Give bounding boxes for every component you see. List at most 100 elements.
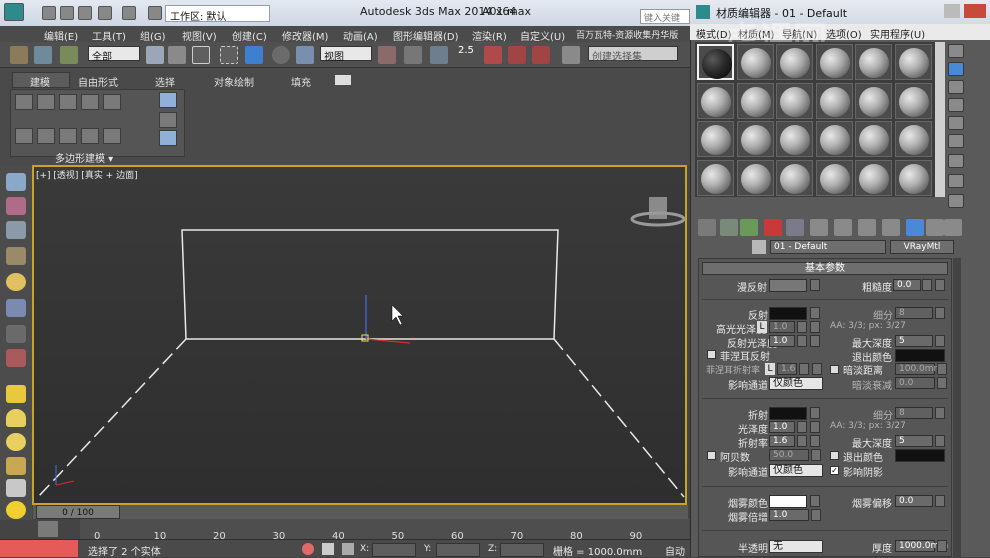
cut-icon[interactable] [159, 112, 177, 128]
fresnel-checkbox[interactable] [707, 350, 716, 359]
viewport-label[interactable]: [+] [透视] [真实 + 边面] [36, 168, 138, 181]
sample-type-icon[interactable] [948, 44, 964, 58]
hilight-gloss-lock[interactable]: L [757, 321, 767, 333]
percent-snap-icon[interactable] [508, 46, 526, 64]
pick-material-eyedropper-icon[interactable] [752, 240, 766, 254]
material-id-icon[interactable] [858, 219, 876, 236]
geosphere-icon[interactable] [6, 433, 26, 451]
spinner-snap-icon[interactable] [532, 46, 550, 64]
camera-icon[interactable] [6, 325, 26, 343]
ior-spinner[interactable] [797, 435, 807, 447]
mini-curve-editor-icon[interactable] [38, 521, 58, 537]
make-unique-icon[interactable] [810, 219, 828, 236]
diffuse-color-swatch[interactable] [769, 279, 807, 292]
assign-to-selection-icon[interactable] [740, 219, 758, 236]
border-icon[interactable] [59, 94, 77, 110]
window-crossing-icon[interactable] [220, 46, 238, 64]
material-sample-slot[interactable] [855, 121, 892, 157]
refl-gloss-spinner[interactable] [797, 335, 807, 347]
refl-gloss-map-button[interactable] [810, 335, 820, 347]
menu-views[interactable]: 视图(V) [182, 28, 217, 43]
dim-distance-spinner[interactable] [937, 363, 947, 375]
select-by-material-icon[interactable] [948, 174, 964, 188]
scene-explorer-icon[interactable] [6, 221, 26, 239]
menu-edit[interactable]: 编辑(E) [44, 28, 78, 43]
sample-uv-tiling-icon[interactable] [948, 98, 964, 112]
sphere-icon[interactable] [6, 409, 26, 427]
background-icon[interactable] [948, 80, 964, 94]
menu-customize[interactable]: 自定义(U) [520, 28, 565, 43]
z-coordinate-field[interactable] [500, 543, 544, 557]
mat-menu-options[interactable]: 选项(O) [826, 26, 862, 41]
refract-exit-color-checkbox[interactable] [830, 451, 839, 460]
save-file-icon[interactable] [78, 6, 92, 20]
preserve-uv-icon[interactable] [81, 128, 99, 144]
options-icon[interactable] [948, 154, 964, 168]
material-sample-slot[interactable] [736, 121, 774, 157]
cone-icon[interactable] [6, 479, 26, 497]
edge-icon[interactable] [37, 94, 55, 110]
open-file-icon[interactable] [60, 6, 74, 20]
material-name-dropdown[interactable]: 01 - Default [770, 240, 886, 254]
hilight-gloss-field[interactable]: 1.0 [769, 321, 795, 333]
snap-toggle-label[interactable]: 2.5 [458, 45, 474, 56]
material-sample-slot[interactable] [815, 121, 853, 157]
element-icon[interactable] [103, 94, 121, 110]
refract-map-button[interactable] [810, 407, 820, 419]
stack-icon[interactable] [37, 128, 55, 144]
menu-create[interactable]: 创建(C) [232, 28, 267, 43]
menu-modifiers[interactable]: 修改器(M) [282, 28, 328, 43]
menu-graph-editors[interactable]: 图形编辑器(D) [393, 28, 459, 43]
teapot-icon[interactable] [6, 173, 26, 191]
gloss-field[interactable]: 1.0 [769, 421, 795, 433]
refract-subdivs-field[interactable]: 8 [895, 407, 933, 419]
menu-rendering[interactable]: 渲染(R) [472, 28, 507, 43]
menu-animation[interactable]: 动画(A) [343, 28, 378, 43]
material-sample-slot[interactable] [855, 159, 892, 196]
ior-map-button[interactable] [810, 435, 820, 447]
tab-object-paint[interactable]: 对象绘制 [214, 74, 254, 89]
dim-falloff-spinner[interactable] [937, 377, 947, 389]
reflect-map-button[interactable] [810, 307, 820, 319]
go-forward-sibling-icon[interactable] [944, 219, 962, 236]
roughness-spinner[interactable] [922, 279, 932, 291]
reflect-max-depth-field[interactable]: 5 [895, 335, 933, 347]
hilight-gloss-map-button[interactable] [810, 321, 820, 333]
hilight-gloss-spinner[interactable] [797, 321, 807, 333]
translucency-dropdown[interactable]: 无 [769, 540, 823, 553]
material-sample-slot[interactable] [776, 121, 813, 157]
get-material-icon[interactable] [698, 219, 716, 236]
polygon-icon[interactable] [81, 94, 99, 110]
perspective-viewport[interactable] [32, 165, 687, 505]
lock-selection-icon[interactable] [322, 543, 334, 555]
new-file-icon[interactable] [42, 6, 56, 20]
refract-exit-color-swatch[interactable] [895, 449, 945, 462]
make-preview-icon[interactable] [948, 134, 964, 148]
quick-slice-icon[interactable] [159, 130, 177, 146]
material-sample-slot[interactable] [894, 82, 932, 119]
material-sample-slot[interactable] [697, 159, 734, 196]
menu-group[interactable]: 组(G) [140, 28, 166, 43]
material-sample-slot[interactable] [697, 82, 734, 119]
reset-material-icon[interactable] [764, 219, 782, 236]
material-sample-slot[interactable] [776, 82, 813, 119]
bind-space-warp-icon[interactable] [60, 46, 78, 64]
pivot-center-icon[interactable] [378, 46, 396, 64]
tab-populate[interactable]: 填充 [291, 74, 311, 89]
light-icon[interactable] [6, 273, 26, 291]
go-to-parent-icon[interactable] [926, 219, 944, 236]
ior-field[interactable]: 1.6 [769, 435, 795, 447]
absolute-mode-icon[interactable] [342, 543, 354, 555]
refl-gloss-field[interactable]: 1.0 [769, 335, 795, 347]
angle-snap-icon[interactable] [484, 46, 502, 64]
rotate-icon[interactable] [272, 46, 290, 64]
project-folder-icon[interactable] [148, 6, 162, 20]
show-end-result-icon[interactable] [906, 219, 924, 236]
refract-affect-channels-dropdown[interactable]: 仅颜色 [769, 464, 823, 477]
material-sample-slot[interactable] [815, 159, 853, 196]
dim-distance-field[interactable]: 100.0mm [895, 363, 942, 375]
reflect-max-depth-spinner[interactable] [935, 335, 945, 347]
put-to-library-icon[interactable] [834, 219, 852, 236]
menu-tools[interactable]: 工具(T) [92, 28, 126, 43]
diffuse-map-button[interactable] [810, 279, 820, 291]
